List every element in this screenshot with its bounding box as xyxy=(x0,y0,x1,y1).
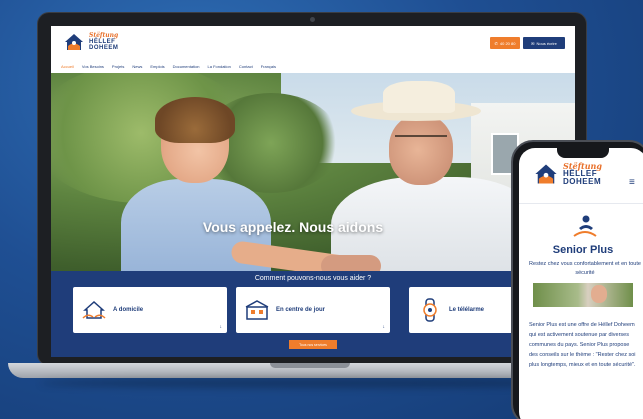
hero-hat-top xyxy=(383,81,455,113)
arrow-down-icon: ↓ xyxy=(382,324,386,330)
laptop-device: Stëftung HËLLEF DOHEEM ✆ 40 20 80 ✉ Nous… xyxy=(37,12,587,366)
phone-page-title: Senior Plus xyxy=(552,244,614,256)
hero-title: Vous appelez. Nous aidons xyxy=(202,219,384,235)
laptop-notch xyxy=(270,363,350,368)
laptop-screen: Stëftung HËLLEF DOHEEM ✆ 40 20 80 ✉ Nous… xyxy=(51,26,575,357)
house-heart-logo-icon xyxy=(65,34,83,50)
phone-screen: Stëftung HËLLEF DOHEEM ≡ Senior Plus Res… xyxy=(519,148,643,419)
service-card-label: En centre de jour xyxy=(276,307,326,313)
hamburger-menu-icon[interactable]: ≡ xyxy=(629,178,639,188)
senior-care-icon xyxy=(573,215,597,237)
service-card-domicile[interactable]: A domicile ↓ xyxy=(73,287,227,333)
phone-notch xyxy=(557,148,609,158)
house-hands-icon xyxy=(82,300,106,319)
mail-icon: ✉ xyxy=(531,40,535,46)
site-logo[interactable]: Stëftung HËLLEF DOHEEM xyxy=(63,32,118,52)
help-title: Comment pouvons-nous vous aider ? xyxy=(254,275,372,282)
nav-item-fondation[interactable]: La Fondation xyxy=(208,64,231,69)
hero-grandpa-glasses xyxy=(395,135,447,143)
phone-button[interactable]: ✆ 40 20 80 xyxy=(490,37,520,49)
phone-hero-photo xyxy=(533,283,633,307)
logo-line-3: DOHEEM xyxy=(563,177,602,186)
nav-item-contact[interactable]: Contact xyxy=(239,64,253,69)
hero-banner: Vous appelez. Nous aidons xyxy=(51,73,575,271)
nav-item-projets[interactable]: Projets xyxy=(112,64,124,69)
contact-button-label: Nous écrire xyxy=(536,40,557,46)
phone-photo-face xyxy=(591,285,607,303)
arrow-down-icon: ↓ xyxy=(219,324,223,330)
phone-page-subtitle: Restez chez vous confortablement et en t… xyxy=(529,261,641,276)
nav-item-emplois[interactable]: Emplois xyxy=(150,64,164,69)
alarm-watch-icon xyxy=(423,298,437,322)
day-center-icon xyxy=(245,300,269,320)
phone-device: Stëftung HËLLEF DOHEEM ≡ Senior Plus Res… xyxy=(511,140,643,419)
phone-site-logo[interactable]: Stëftung HËLLEF DOHEEM xyxy=(533,162,602,186)
nav-item-news[interactable]: News xyxy=(132,64,142,69)
house-heart-logo-icon xyxy=(535,164,557,184)
site-header: Stëftung HËLLEF DOHEEM ✆ 40 20 80 ✉ Nous… xyxy=(51,26,575,58)
contact-button[interactable]: ✉ Nous écrire xyxy=(523,37,565,49)
nav-item-accueil[interactable]: Accueil xyxy=(61,64,74,69)
laptop-shadow xyxy=(40,378,580,388)
nav-item-documentation[interactable]: Documentation xyxy=(173,64,200,69)
service-card-label: Le télélarme xyxy=(449,307,485,313)
laptop-camera xyxy=(310,17,315,22)
phone-icon: ✆ xyxy=(494,40,498,46)
phone-button-label: 40 20 80 xyxy=(499,40,516,46)
phone-body-text: Senior Plus est une offre de Hëllef Dohe… xyxy=(529,322,636,368)
nav-item-language[interactable]: Français xyxy=(261,64,276,69)
hero-grandpa-face xyxy=(389,115,453,185)
service-card-label: A domicile xyxy=(113,307,144,313)
main-nav: Accueil Vos Besoins Projets News Emplois… xyxy=(61,64,276,69)
nav-item-besoins[interactable]: Vos Besoins xyxy=(82,64,104,69)
hero-grandpa-hand xyxy=(321,255,381,271)
logo-line-3: DOHEEM xyxy=(89,45,119,51)
phone-logo-text: Stëftung HËLLEF DOHEEM xyxy=(563,162,602,186)
logo-text: Stëftung HËLLEF DOHEEM xyxy=(89,33,119,52)
hero-boy-hair xyxy=(155,97,235,143)
all-services-button[interactable]: Tous nos services xyxy=(289,340,337,349)
help-section: Comment pouvons-nous vous aider ? A domi… xyxy=(51,271,575,357)
service-card-centre-jour[interactable]: En centre de jour ↓ xyxy=(236,287,390,333)
phone-header-divider xyxy=(519,203,643,204)
